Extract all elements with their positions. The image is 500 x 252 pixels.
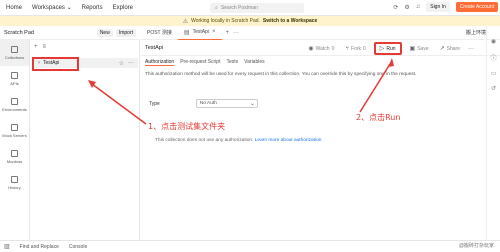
arrow-head-2 xyxy=(388,58,394,67)
find-replace-button[interactable]: Find and Replace xyxy=(20,244,59,250)
annotation-arrows xyxy=(88,58,394,125)
watermark: @搬砖打杂玩家 xyxy=(458,243,494,249)
arrow-line-1 xyxy=(91,83,147,125)
sidebar-toggle-icon[interactable]: ▥ xyxy=(4,243,10,250)
bottom-bar: ▥ Find and Replace Console xyxy=(0,240,500,252)
console-button[interactable]: Console xyxy=(69,244,87,250)
arrow-line-2 xyxy=(359,63,391,113)
